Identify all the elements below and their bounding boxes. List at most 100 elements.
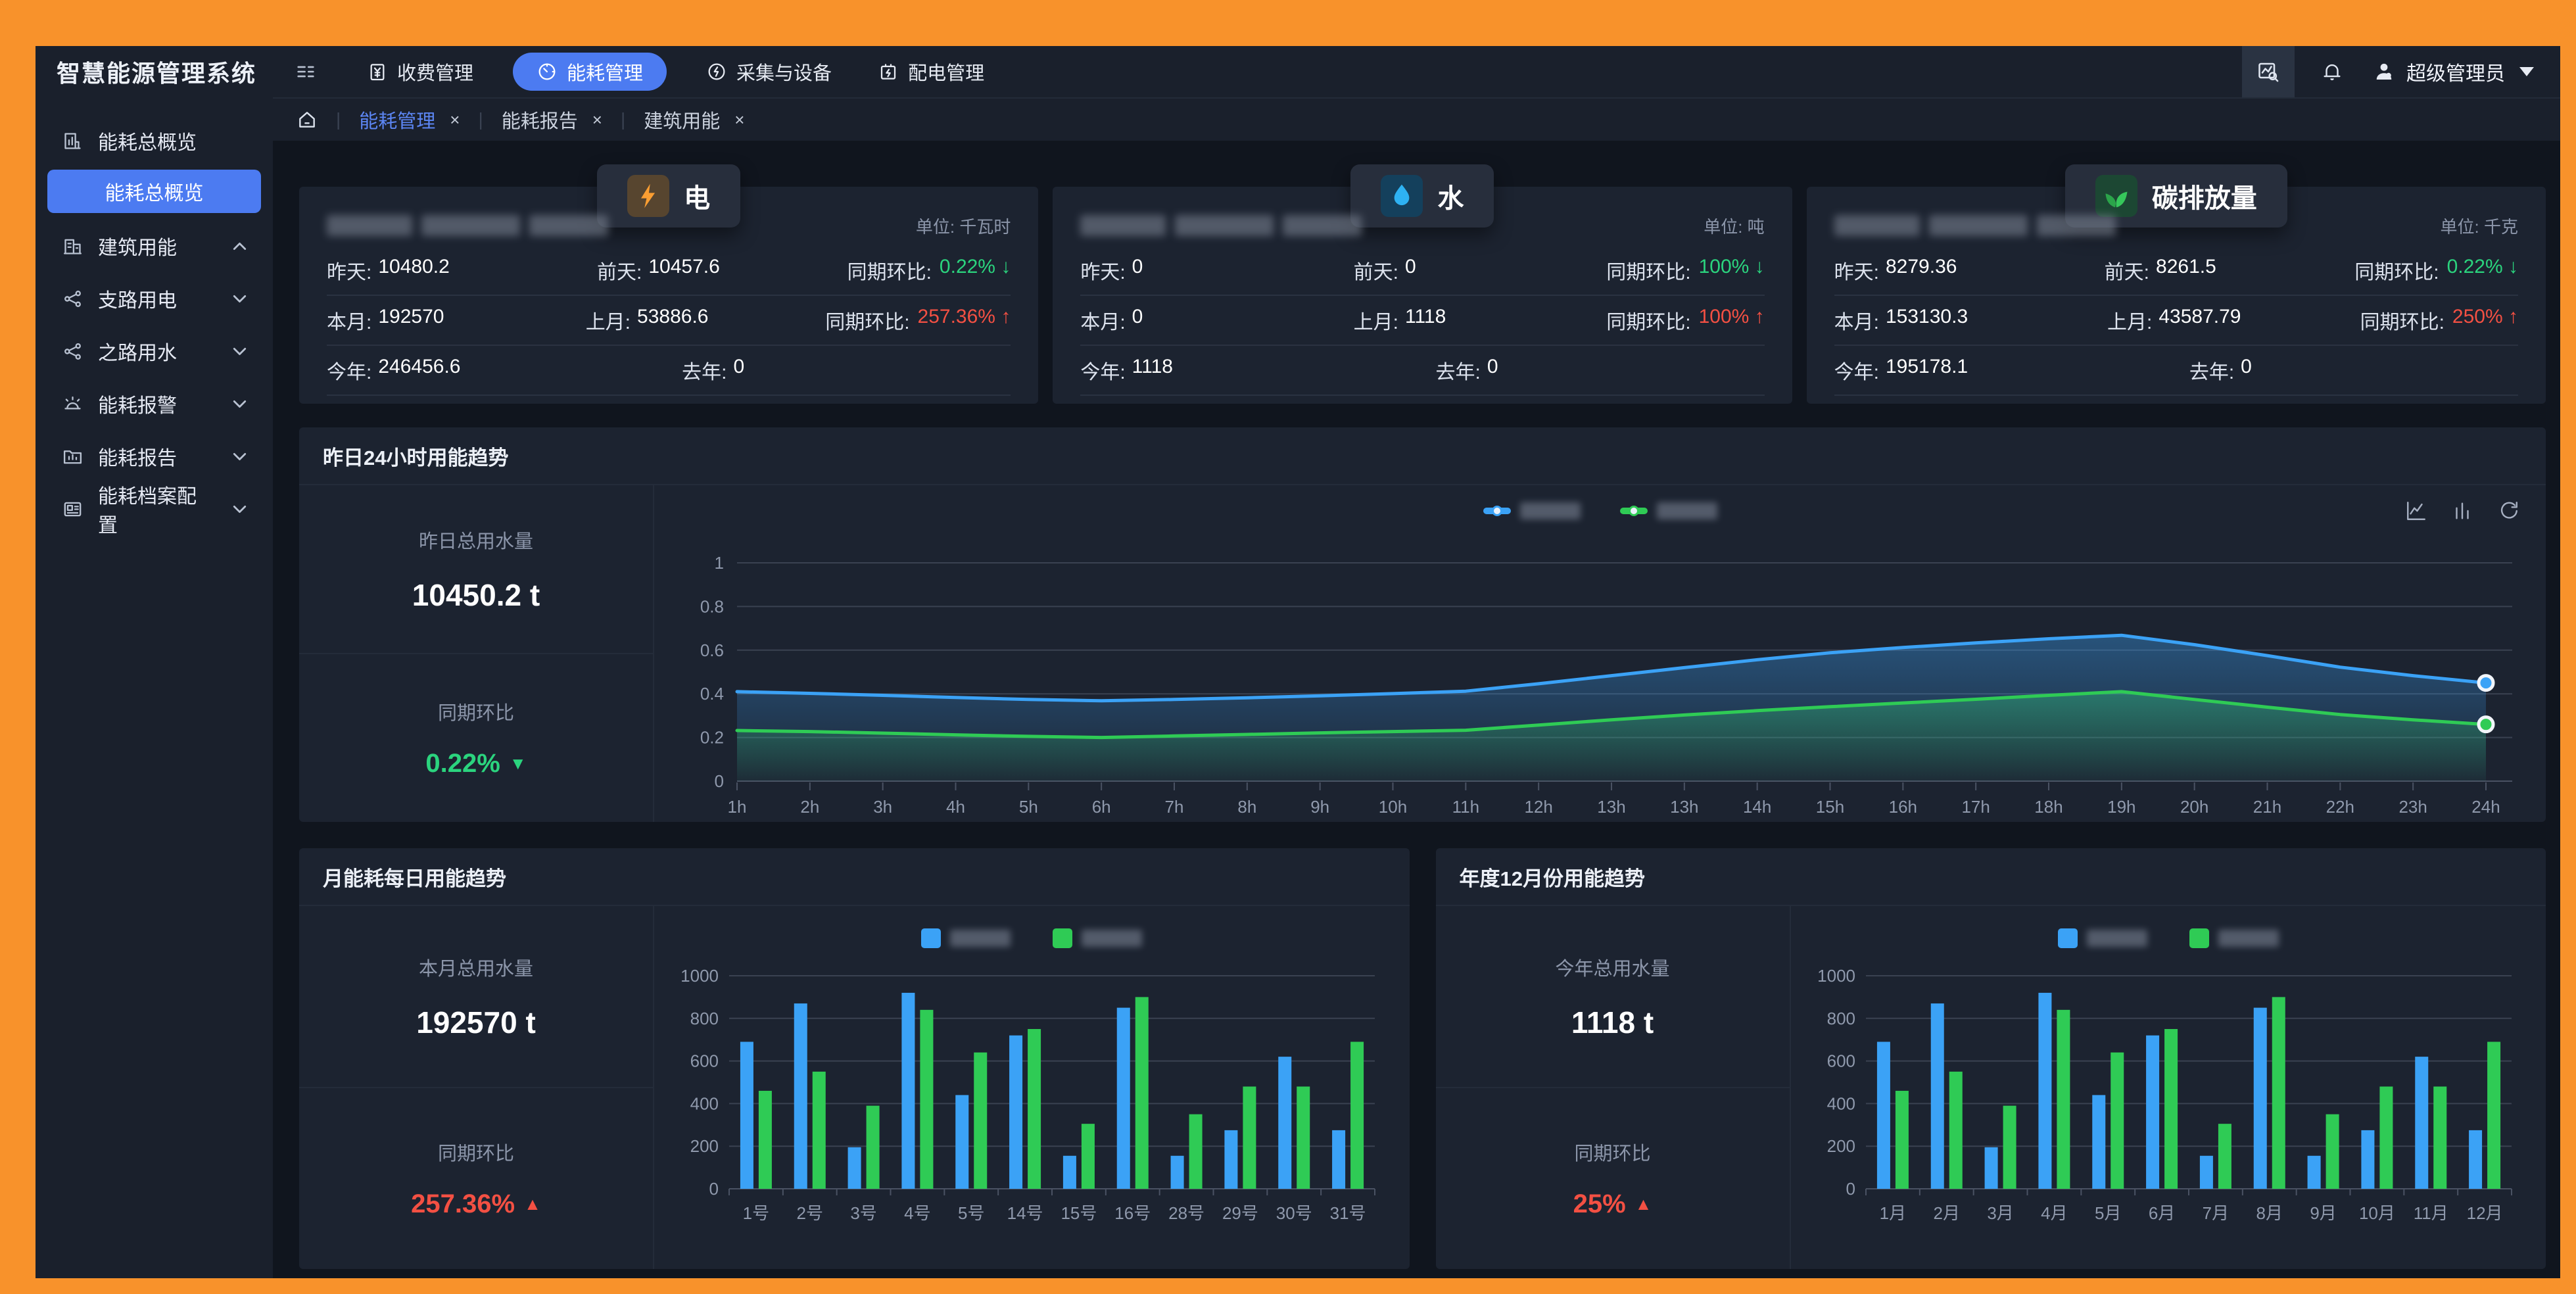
close-icon[interactable]: × xyxy=(450,110,460,130)
nav-item-label: 采集与设备 xyxy=(736,58,832,85)
stat-label: 前天: xyxy=(597,256,642,285)
svg-text:9h: 9h xyxy=(1310,797,1329,817)
daily-trend-card: 月能耗每日用能趋势 本月总用水量 192570 t 同期环比 xyxy=(299,848,1410,1269)
stat-label: 本月: xyxy=(327,306,371,335)
redacted-title xyxy=(327,215,608,236)
close-icon[interactable]: × xyxy=(592,110,602,130)
svg-text:400: 400 xyxy=(1826,1093,1855,1113)
stat-cell: 本月:192570 xyxy=(327,306,586,335)
report-chart-icon[interactable] xyxy=(2242,46,2295,97)
svg-text:20h: 20h xyxy=(2180,797,2208,817)
hourly-trend-title: 昨日24小时用能趋势 xyxy=(299,427,2546,485)
tab-divider: | xyxy=(621,109,625,130)
redacted-title xyxy=(1080,215,1362,236)
tab-0[interactable]: 能耗管理× xyxy=(359,106,460,133)
bar-chart-icon[interactable] xyxy=(2451,500,2473,522)
svg-text:28号: 28号 xyxy=(1168,1203,1205,1223)
sidebar: 能耗总概览能耗总概览建筑用能支路用电之路用水能耗报警能耗报告能耗档案配置 xyxy=(36,97,273,1278)
sidebar-item-2[interactable]: 支路用电 xyxy=(36,272,273,325)
svg-text:11h: 11h xyxy=(1452,797,1479,817)
water-icon xyxy=(1381,175,1423,217)
stat-label: 今年: xyxy=(327,356,371,385)
refresh-icon[interactable] xyxy=(2497,500,2519,522)
stat-cell: 前天:8261.5 xyxy=(2105,256,2355,285)
electricity-pill: 电 xyxy=(597,164,740,228)
user-menu[interactable]: 超级管理员 xyxy=(2372,57,2534,86)
nav-item-2[interactable]: 采集与设备 xyxy=(700,53,838,91)
stat-value: 1118 xyxy=(1132,356,1173,385)
sidebar-item-0[interactable]: 能耗总概览 xyxy=(36,114,273,167)
stat-label: 本月: xyxy=(1834,306,1879,335)
nav-item-1[interactable]: 能耗管理 xyxy=(513,53,667,91)
legend-item-1[interactable] xyxy=(1053,928,1142,948)
carbon-icon xyxy=(2095,175,2137,217)
legend-square-marker xyxy=(2189,928,2209,948)
stat-label: 前天: xyxy=(1354,256,1398,285)
nav-item-3[interactable]: 配电管理 xyxy=(871,53,991,91)
sidebar-item-label: 建筑用能 xyxy=(98,231,177,260)
monthly-trend-card: 年度12月份用能趋势 今年总用水量 1118 t 同期环比 xyxy=(1436,848,2546,1269)
legend-item-0[interactable] xyxy=(2058,928,2147,948)
svg-text:2号: 2号 xyxy=(797,1203,823,1223)
daily-trend-title: 月能耗每日用能趋势 xyxy=(299,848,1410,906)
chevron-down-icon xyxy=(229,446,250,467)
daily-summary-panel: 本月总用水量 192570 t 同期环比 257.36%▲ xyxy=(299,906,654,1269)
user-name: 超级管理员 xyxy=(2406,57,2505,86)
stat-value: 195178.1 xyxy=(1886,356,1968,385)
ratio-value: 257.36% ↑ xyxy=(918,306,1011,335)
branch-icon xyxy=(62,341,83,362)
sidebar-item-1[interactable]: 建筑用能 xyxy=(36,220,273,272)
home-icon[interactable] xyxy=(297,109,318,130)
monthly-ratio-label: 同期环比 xyxy=(1574,1138,1650,1166)
notifications-bell-icon[interactable] xyxy=(2321,60,2343,83)
tab-divider: | xyxy=(478,109,483,130)
tab-2[interactable]: 建筑用能× xyxy=(644,106,744,133)
stat-row: 昨天:0前天:0同期环比:100% ↓ xyxy=(1080,246,1764,296)
stat-row: 昨天:8279.36前天:8261.5同期环比:0.22% ↓ xyxy=(1834,246,2518,296)
monthly-bar-chart: 020040060080010001月2月3月4月5月6月7月8月9月10月11… xyxy=(1807,952,2530,1241)
ratio-cell: 同期环比:100% ↑ xyxy=(1606,306,1764,335)
svg-text:15h: 15h xyxy=(1816,797,1844,817)
legend-item-0[interactable] xyxy=(1483,502,1581,519)
sidebar-item-4[interactable]: 能耗报警 xyxy=(36,377,273,430)
hourly-trend-card: 昨日24小时用能趋势 昨日总用水量 10450.2 t 同期环比 0.22%▼ xyxy=(299,427,2546,822)
sidebar-item-label: 之路用水 xyxy=(98,337,177,366)
svg-text:3月: 3月 xyxy=(1987,1203,2013,1223)
svg-text:17h: 17h xyxy=(1961,797,1990,817)
sidebar-item-3[interactable]: 之路用水 xyxy=(36,325,273,377)
svg-text:12h: 12h xyxy=(1524,797,1552,817)
close-icon[interactable]: × xyxy=(734,110,744,130)
sidebar-subitem-0-0[interactable]: 能耗总概览 xyxy=(47,170,261,213)
daily-summary-label: 本月总用水量 xyxy=(419,953,533,981)
stat-label: 今年: xyxy=(1834,356,1879,385)
ratio-label: 同期环比: xyxy=(2360,306,2445,335)
svg-text:11月: 11月 xyxy=(2414,1203,2448,1223)
tab-1[interactable]: 能耗报告× xyxy=(502,106,602,133)
legend-square-marker xyxy=(921,928,941,948)
nav-item-0[interactable]: 收费管理 xyxy=(360,53,480,91)
stat-label: 上月: xyxy=(1354,306,1398,335)
svg-text:12月: 12月 xyxy=(2466,1203,2502,1223)
pill-label: 电 xyxy=(684,177,710,215)
svg-text:7月: 7月 xyxy=(2202,1203,2228,1223)
stat-value: 1118 xyxy=(1405,306,1446,335)
ratio-value: 250% ↑ xyxy=(2452,306,2518,335)
line-chart-icon[interactable] xyxy=(2405,500,2427,522)
stat-value: 192570 xyxy=(378,306,444,335)
stat-row: 今年:1118去年:0 xyxy=(1080,346,1764,396)
svg-text:2月: 2月 xyxy=(1933,1203,1959,1223)
legend-item-0[interactable] xyxy=(921,928,1011,948)
legend-item-1[interactable] xyxy=(2189,928,2279,948)
fee-icon xyxy=(367,61,388,82)
archive-icon xyxy=(62,498,83,520)
svg-text:6月: 6月 xyxy=(2149,1203,2175,1223)
sidebar-item-6[interactable]: 能耗档案配置 xyxy=(36,483,273,535)
nav-item-label: 能耗管理 xyxy=(567,58,643,85)
stat-value: 0 xyxy=(1405,256,1416,285)
sidebar-item-5[interactable]: 能耗报告 xyxy=(36,430,273,483)
sidebar-collapse-icon[interactable] xyxy=(295,60,317,83)
svg-text:16h: 16h xyxy=(1889,797,1917,817)
svg-text:13h: 13h xyxy=(1670,797,1698,817)
ratio-cell: 同期环比:250% ↑ xyxy=(2360,306,2518,335)
legend-item-1[interactable] xyxy=(1620,502,1717,519)
